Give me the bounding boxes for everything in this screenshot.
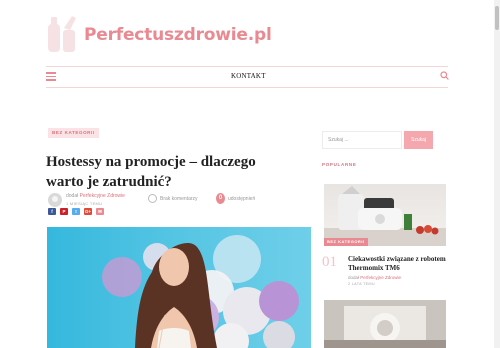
popular-post-author-link[interactable]: Perfekcyjne Zdrowie bbox=[360, 275, 401, 280]
beauty-bottles-icon bbox=[48, 16, 76, 52]
popular-post-image[interactable] bbox=[324, 184, 446, 246]
popular-post-author: dodał Perfekcyjne Zdrowie bbox=[348, 275, 402, 280]
post-date: 1 MIESIĄC TEMU bbox=[66, 201, 103, 206]
email-icon[interactable]: ✉ bbox=[96, 208, 104, 215]
comments-link[interactable]: Brak komentarzy bbox=[160, 196, 198, 202]
nav-link-kontakt[interactable]: KONTAKT bbox=[231, 72, 266, 80]
google-plus-icon[interactable]: G+ bbox=[84, 208, 92, 215]
shares-label: udostępnień bbox=[228, 196, 256, 202]
search-icon[interactable] bbox=[440, 71, 449, 80]
share-buttons: f P t G+ ✉ bbox=[48, 208, 104, 215]
facebook-icon[interactable]: f bbox=[48, 208, 56, 215]
woman-with-balloons-image bbox=[102, 235, 299, 348]
nav-divider-bottom bbox=[46, 87, 448, 88]
author-avatar bbox=[48, 193, 62, 207]
page-scrollbar[interactable] bbox=[494, 0, 500, 348]
popular-post-image-2[interactable] bbox=[324, 300, 446, 348]
popular-post-title[interactable]: Ciekawostki związane z robotem Thermomix… bbox=[348, 255, 448, 273]
author-line: dodał Perfekcyjne Zdrowie bbox=[66, 193, 125, 199]
site-logo[interactable]: Perfectuszdrowie.pl bbox=[46, 14, 272, 56]
popular-post-date: 2 LATA TEMU bbox=[348, 282, 375, 286]
post-title[interactable]: Hostessy na promocje – dlaczego warto je… bbox=[46, 152, 296, 192]
site-name: Perfectuszdrowie.pl bbox=[84, 25, 272, 45]
author-link[interactable]: Perfekcyjne Zdrowie bbox=[80, 193, 125, 199]
thermomix-image bbox=[324, 186, 446, 246]
post-featured-image[interactable] bbox=[47, 227, 311, 348]
interior-image bbox=[324, 300, 446, 348]
shares-count: 0 bbox=[216, 193, 225, 204]
popular-post-number: 01 bbox=[322, 254, 337, 270]
sidebar-search-input[interactable]: Szukaj ... bbox=[322, 131, 402, 149]
popular-post-category[interactable]: BEZ KATEGORII bbox=[324, 238, 368, 246]
sidebar-search-button[interactable]: Szukaj bbox=[404, 131, 433, 149]
category-badge[interactable]: BEZ KATEGORII bbox=[48, 128, 99, 138]
nav-divider-top bbox=[46, 66, 448, 67]
twitter-icon[interactable]: t bbox=[72, 208, 80, 215]
hamburger-icon[interactable] bbox=[46, 72, 56, 81]
scrollbar-thumb[interactable] bbox=[495, 6, 499, 30]
popular-heading: POPULARNE bbox=[322, 162, 357, 167]
comment-icon bbox=[148, 194, 157, 203]
pinterest-icon[interactable]: P bbox=[60, 208, 68, 215]
